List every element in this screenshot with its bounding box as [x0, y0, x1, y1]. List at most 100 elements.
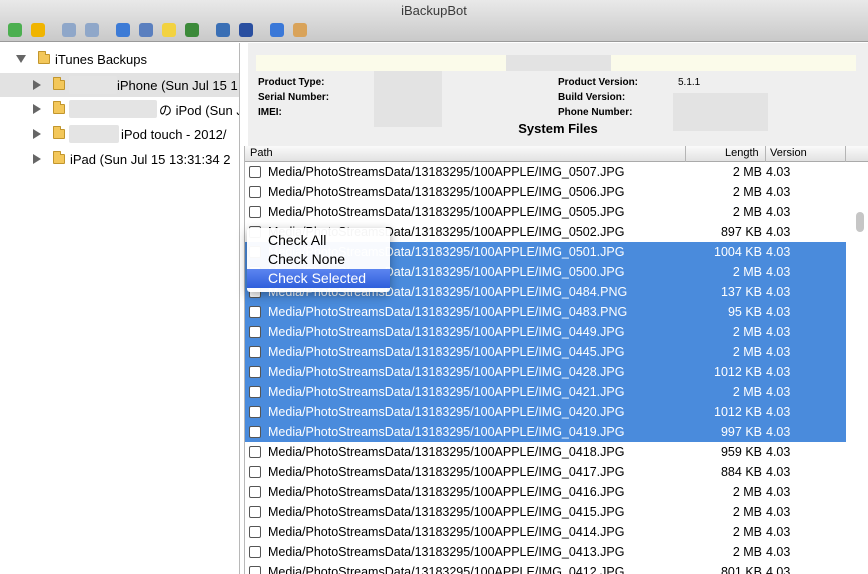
title-bar: iBackupBot: [0, 0, 868, 42]
row-checkbox[interactable]: [249, 186, 261, 198]
table-row[interactable]: Media/PhotoStreamsData/13183295/100APPLE…: [245, 342, 846, 362]
column-path[interactable]: Path: [250, 147, 273, 159]
table-row[interactable]: Media/PhotoStreamsData/13183295/100APPLE…: [245, 202, 846, 222]
row-checkbox[interactable]: [249, 326, 261, 338]
tree-item-ipod[interactable]: の iPod (Sun J: [33, 97, 239, 121]
row-version: 4.03: [766, 345, 791, 359]
tree-item-ipod-touch[interactable]: iPod touch - 2012/: [33, 122, 227, 146]
row-version: 4.03: [766, 305, 791, 319]
transfer-icon[interactable]: [239, 23, 253, 37]
film-icon[interactable]: [216, 23, 230, 37]
redacted-name: [69, 100, 157, 118]
help-icon[interactable]: [270, 23, 284, 37]
table-row[interactable]: Media/PhotoStreamsData/13183295/100APPLE…: [245, 542, 846, 562]
column-divider[interactable]: [685, 146, 686, 162]
row-checkbox[interactable]: [249, 386, 261, 398]
row-version: 4.03: [766, 525, 791, 539]
phone-number-field: Phone Number:: [558, 107, 632, 118]
table-row[interactable]: Media/PhotoStreamsData/13183295/100APPLE…: [245, 302, 846, 322]
copy-file-icon[interactable]: [85, 23, 99, 37]
menu-item-check-all[interactable]: Check All: [247, 231, 390, 250]
row-checkbox[interactable]: [249, 426, 261, 438]
row-checkbox[interactable]: [249, 466, 261, 478]
row-length: 897 KB: [720, 225, 762, 239]
serial-number-label: Serial Number:: [258, 92, 330, 103]
row-checkbox[interactable]: [249, 566, 261, 574]
tree-item-ipad[interactable]: iPad (Sun Jul 15 13:31:34 2: [33, 147, 230, 171]
table-row[interactable]: Media/PhotoStreamsData/13183295/100APPLE…: [245, 162, 846, 182]
table-row[interactable]: Media/PhotoStreamsData/13183295/100APPLE…: [245, 362, 846, 382]
row-path: Media/PhotoStreamsData/13183295/100APPLE…: [268, 545, 625, 559]
product-version-value: 5.1.1: [678, 77, 701, 88]
row-checkbox[interactable]: [249, 486, 261, 498]
redacted-values: [374, 71, 442, 127]
product-type-label: Product Type:: [258, 77, 325, 88]
table-row[interactable]: Media/PhotoStreamsData/13183295/100APPLE…: [245, 482, 846, 502]
refresh-icon[interactable]: [8, 23, 22, 37]
new-file-icon[interactable]: [62, 23, 76, 37]
row-checkbox[interactable]: [249, 206, 261, 218]
redacted-banner: [506, 55, 611, 71]
table-row[interactable]: Media/PhotoStreamsData/13183295/100APPLE…: [245, 562, 846, 574]
table-row[interactable]: Media/PhotoStreamsData/13183295/100APPLE…: [245, 442, 846, 462]
disclosure-right-icon[interactable]: [33, 80, 41, 90]
row-path: Media/PhotoStreamsData/13183295/100APPLE…: [268, 165, 625, 179]
table-row[interactable]: Media/PhotoStreamsData/13183295/100APPLE…: [245, 502, 846, 522]
row-version: 4.03: [766, 265, 791, 279]
messages-icon[interactable]: [116, 23, 130, 37]
safari-icon[interactable]: [185, 23, 199, 37]
tree-item-itunes-backups[interactable]: iTunes Backups: [16, 47, 147, 71]
tree-root-label: iTunes Backups: [55, 51, 148, 67]
contacts-icon[interactable]: [139, 23, 153, 37]
row-path: Media/PhotoStreamsData/13183295/100APPLE…: [268, 565, 625, 574]
row-version: 4.03: [766, 465, 791, 479]
row-checkbox[interactable]: [249, 446, 261, 458]
column-version[interactable]: Version: [770, 147, 807, 159]
tree-item-iphone[interactable]: iPhone (Sun Jul 15 1: [33, 73, 238, 97]
table-row[interactable]: Media/PhotoStreamsData/13183295/100APPLE…: [245, 322, 846, 342]
table-row[interactable]: Media/PhotoStreamsData/13183295/100APPLE…: [245, 382, 846, 402]
tree-item-label: iPad (Sun Jul 15 13:31:34 2: [70, 151, 231, 167]
row-version: 4.03: [766, 405, 791, 419]
row-checkbox[interactable]: [249, 526, 261, 538]
row-length: 137 KB: [720, 285, 762, 299]
export-icon[interactable]: [31, 23, 45, 37]
row-checkbox[interactable]: [249, 346, 261, 358]
disclosure-right-icon[interactable]: [33, 104, 41, 114]
scrollbar-thumb[interactable]: [856, 212, 864, 232]
row-checkbox[interactable]: [249, 166, 261, 178]
table-row[interactable]: Media/PhotoStreamsData/13183295/100APPLE…: [245, 462, 846, 482]
row-length: 2 MB: [732, 165, 762, 179]
notes-icon[interactable]: [162, 23, 176, 37]
row-path: Media/PhotoStreamsData/13183295/100APPLE…: [268, 385, 625, 399]
product-version-label: Product Version:: [558, 77, 639, 88]
product-type-field: Product Type:: [258, 77, 324, 88]
disclosure-down-icon[interactable]: [16, 55, 26, 63]
disclosure-right-icon[interactable]: [33, 154, 41, 164]
row-checkbox[interactable]: [249, 406, 261, 418]
table-row[interactable]: Media/PhotoStreamsData/13183295/100APPLE…: [245, 522, 846, 542]
file-list[interactable]: Path Length Version Media/PhotoStreamsDa…: [244, 146, 868, 574]
phone-number-label: Phone Number:: [558, 107, 633, 118]
menu-item-check-none[interactable]: Check None: [247, 250, 390, 269]
redacted-name: [69, 76, 117, 94]
row-length: 2 MB: [732, 505, 762, 519]
table-row[interactable]: Media/PhotoStreamsData/13183295/100APPLE…: [245, 422, 846, 442]
menu-item-check-selected[interactable]: Check Selected: [247, 269, 390, 288]
disclosure-right-icon[interactable]: [33, 129, 41, 139]
row-checkbox[interactable]: [249, 506, 261, 518]
serial-number-field: Serial Number:: [258, 92, 329, 103]
table-row[interactable]: Media/PhotoStreamsData/13183295/100APPLE…: [245, 402, 846, 422]
row-checkbox[interactable]: [249, 546, 261, 558]
row-path: Media/PhotoStreamsData/13183295/100APPLE…: [268, 405, 625, 419]
row-checkbox[interactable]: [249, 366, 261, 378]
row-version: 4.03: [766, 365, 791, 379]
build-version-field: Build Version:: [558, 92, 625, 103]
column-divider[interactable]: [765, 146, 766, 162]
register-icon[interactable]: [293, 23, 307, 37]
column-divider[interactable]: [845, 146, 846, 162]
row-checkbox[interactable]: [249, 306, 261, 318]
column-length[interactable]: Length: [725, 147, 759, 159]
table-row[interactable]: Media/PhotoStreamsData/13183295/100APPLE…: [245, 182, 846, 202]
backup-tree[interactable]: iTunes Backups iPhone (Sun Jul 15 1 の iP…: [0, 43, 240, 574]
